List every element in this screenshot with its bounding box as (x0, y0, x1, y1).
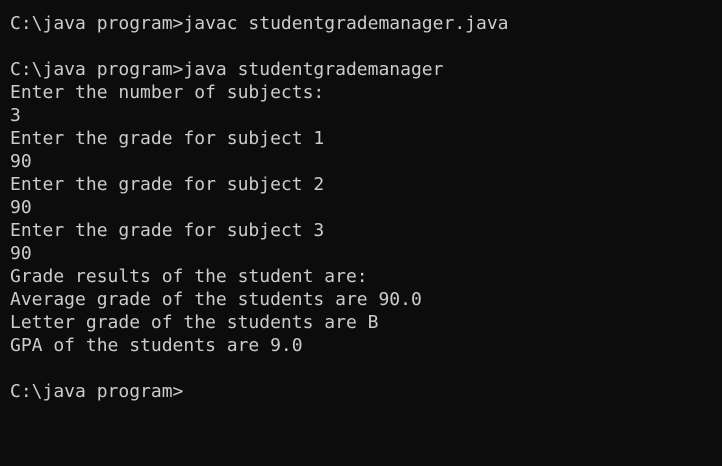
output-line-prompt-grade-2: Enter the grade for subject 2 (10, 174, 325, 195)
output-line-prompt-subjects: Enter the number of subjects: (10, 82, 325, 103)
terminal-window[interactable]: C:\java program>javac studentgrademanage… (0, 0, 722, 466)
input-line-subject-count: 3 (10, 105, 21, 126)
input-line-grade-1: 90 (10, 151, 32, 172)
command-line-run: C:\java program>java studentgrademanager (10, 59, 444, 80)
output-line-prompt-grade-3: Enter the grade for subject 3 (10, 220, 325, 241)
input-line-grade-3: 90 (10, 243, 32, 264)
command-prompt[interactable]: C:\java program> (10, 380, 722, 403)
output-line-prompt-grade-1: Enter the grade for subject 1 (10, 128, 325, 149)
output-line-average: Average grade of the students are 90.0 (10, 289, 422, 310)
input-line-grade-2: 90 (10, 197, 32, 218)
output-line-results-header: Grade results of the student are: (10, 266, 368, 287)
output-line-letter-grade: Letter grade of the students are B (10, 312, 379, 333)
command-line-compile: C:\java program>javac studentgrademanage… (10, 13, 509, 34)
output-line-gpa: GPA of the students are 9.0 (10, 335, 303, 356)
